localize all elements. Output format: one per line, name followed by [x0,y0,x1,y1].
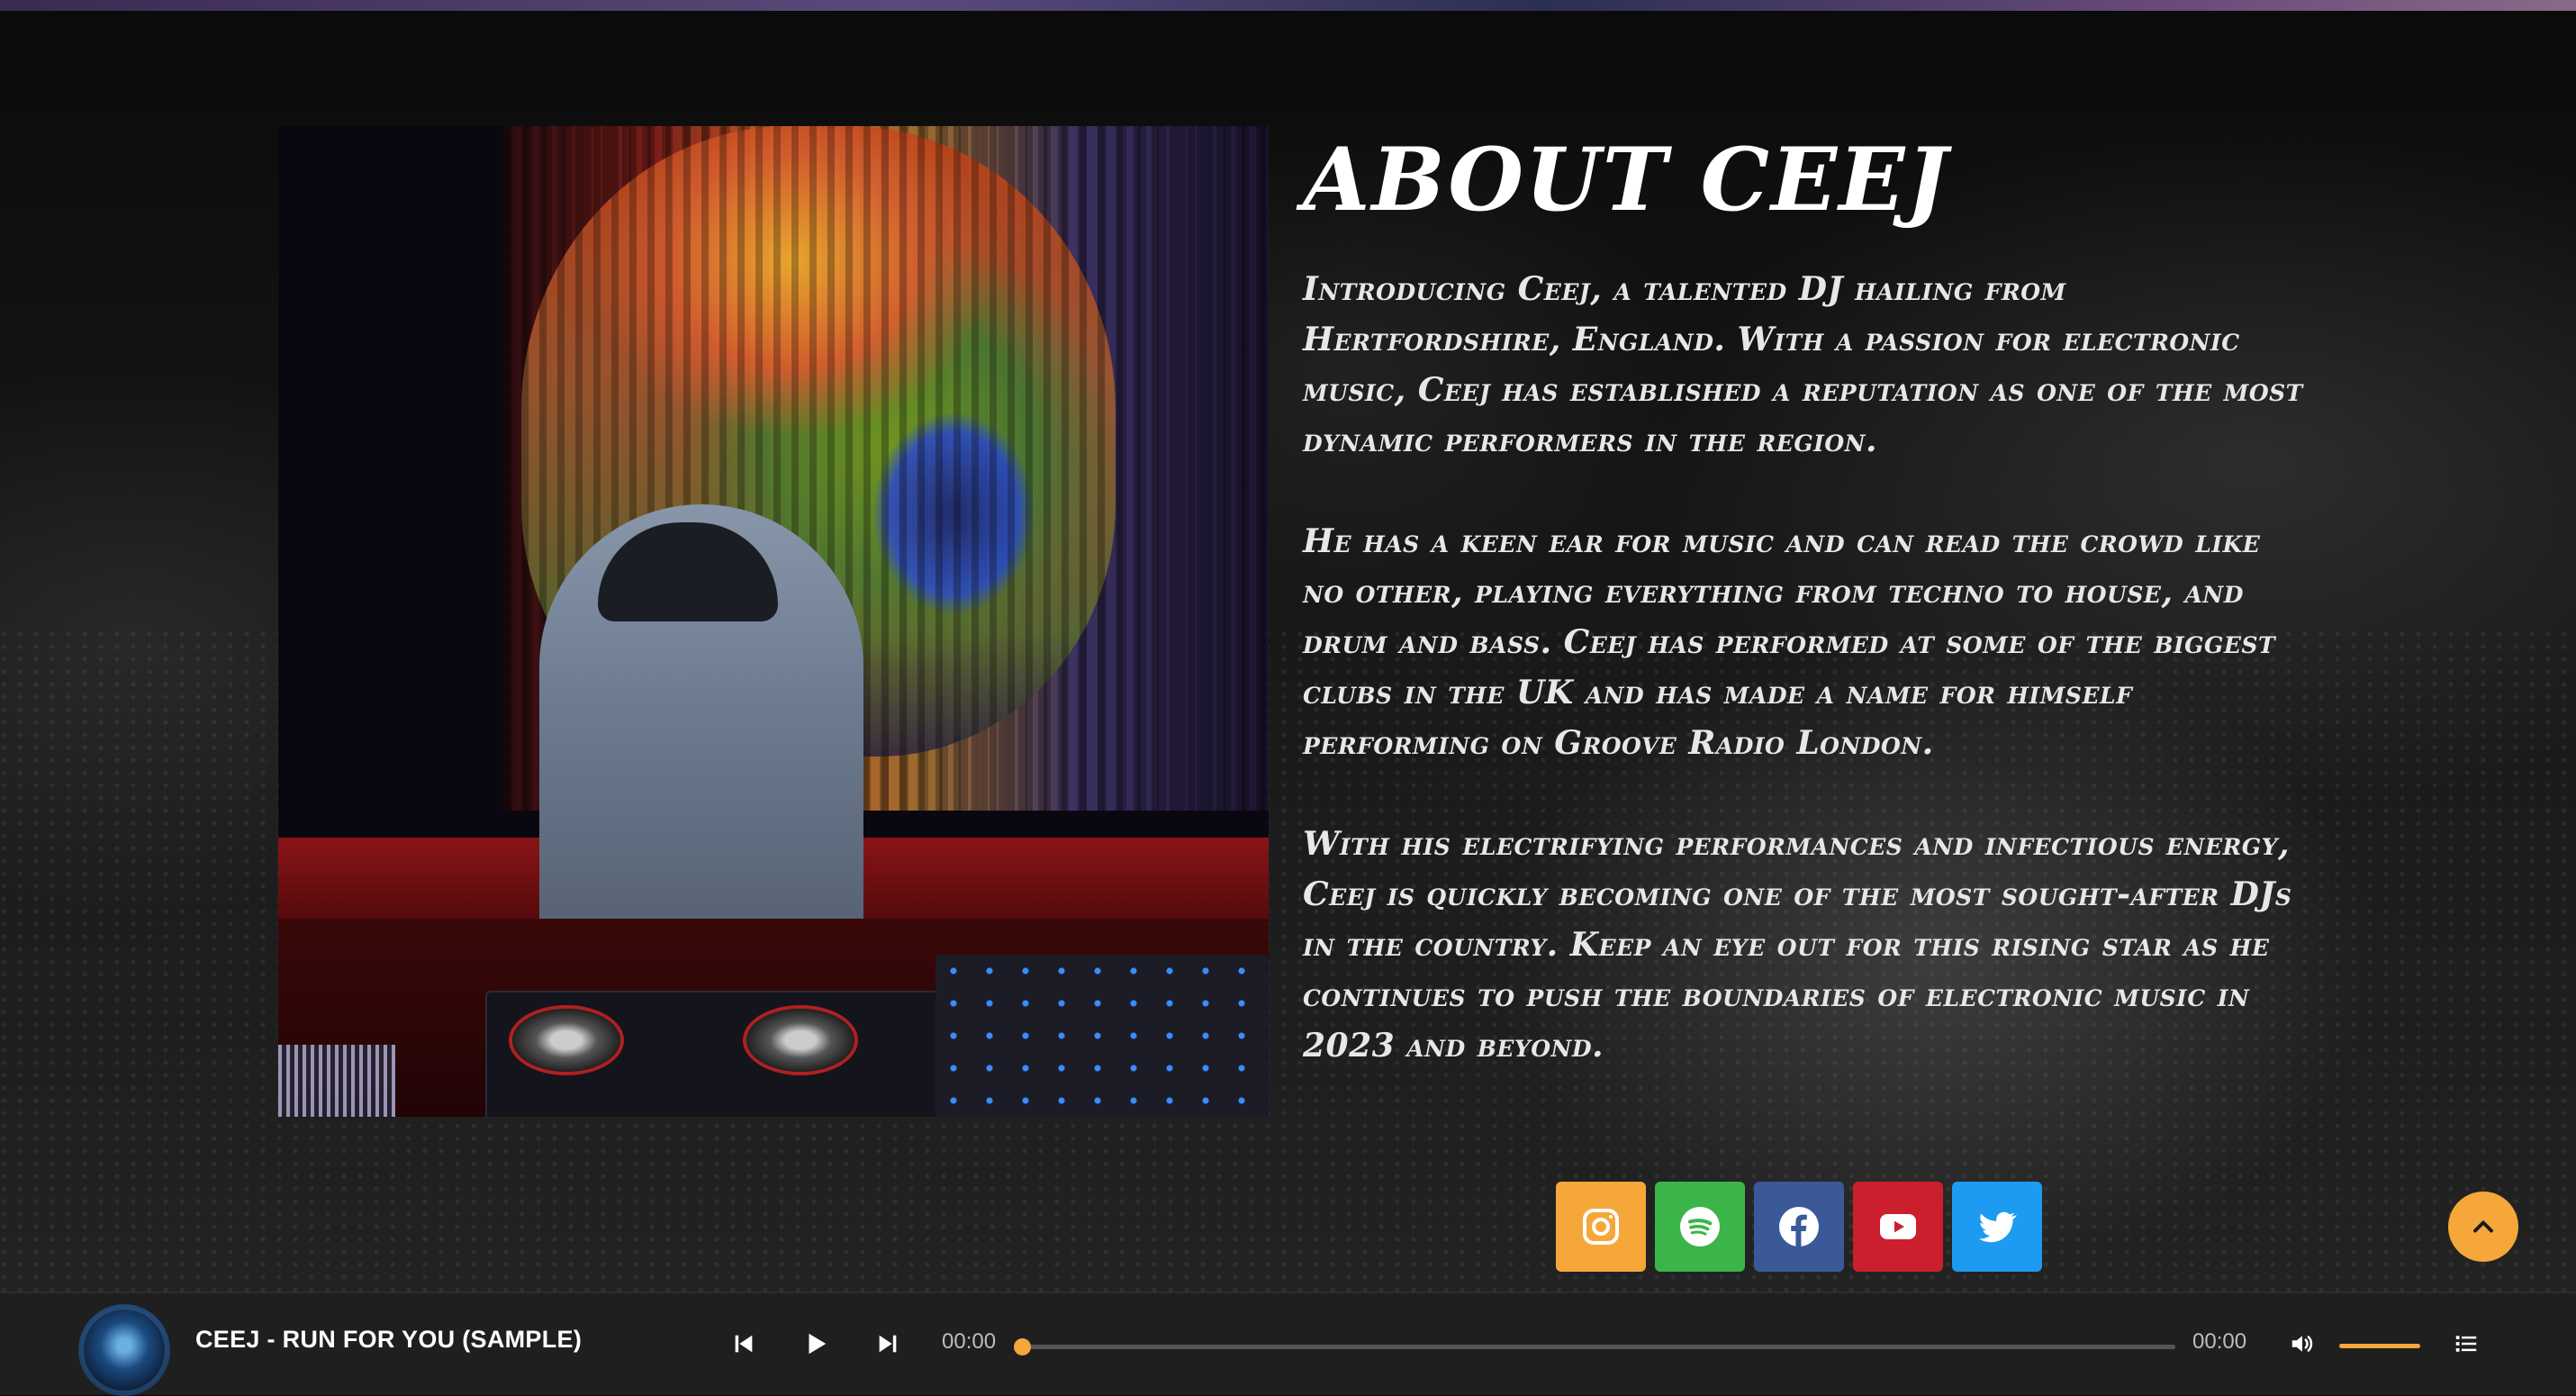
back-to-top-button[interactable] [2448,1192,2518,1262]
track-title: CEEJ - RUN FOR YOU (SAMPLE) [195,1326,583,1353]
duration-time: 00:00 [2192,1329,2247,1354]
progress-bar[interactable] [1014,1338,2175,1355]
dj-performer-photo [278,126,1269,1117]
volume-button[interactable] [2284,1326,2320,1362]
volume-slider[interactable] [2339,1344,2420,1348]
instagram-icon [1583,1209,1619,1245]
instagram-button[interactable] [1556,1182,1646,1272]
spotify-button[interactable] [1655,1182,1745,1272]
about-title: ABOUT CEEJ [1303,129,1949,231]
social-links [1556,1182,2042,1272]
play-icon [809,1333,827,1355]
previous-track-button[interactable] [726,1326,762,1362]
next-track-button[interactable] [870,1326,906,1362]
youtube-icon [1880,1214,1916,1239]
spotify-icon [1680,1207,1720,1246]
play-button[interactable] [798,1326,834,1362]
twitter-icon [1979,1211,2017,1243]
volume-icon [2291,1336,2313,1352]
facebook-icon [1779,1207,1819,1246]
about-paragraph-3: With his electrifying performances and i… [1303,824,2292,1065]
audio-player-bar: CEEJ - RUN FOR YOU (SAMPLE) 00:00 00:00 [0,1292,2576,1396]
twitter-button[interactable] [1952,1182,2042,1272]
prev-icon [735,1335,753,1353]
playlist-icon [2455,1336,2477,1352]
top-banner-strip [0,0,2576,11]
track-cover-art [78,1304,170,1396]
current-time: 00:00 [942,1329,997,1354]
next-icon [879,1335,897,1353]
facebook-button[interactable] [1754,1182,1844,1272]
progress-handle[interactable] [1014,1338,1031,1355]
about-section: ABOUT CEEJ Introducing Ceej, a talented … [1303,129,2311,1121]
chevron-up-icon [2473,1220,2493,1233]
about-paragraph-2: He has a keen ear for music and can read… [1303,521,2276,762]
about-paragraph-1: Introducing Ceej, a talented DJ hailing … [1303,269,2303,459]
youtube-button[interactable] [1853,1182,1943,1272]
playlist-button[interactable] [2448,1326,2484,1362]
